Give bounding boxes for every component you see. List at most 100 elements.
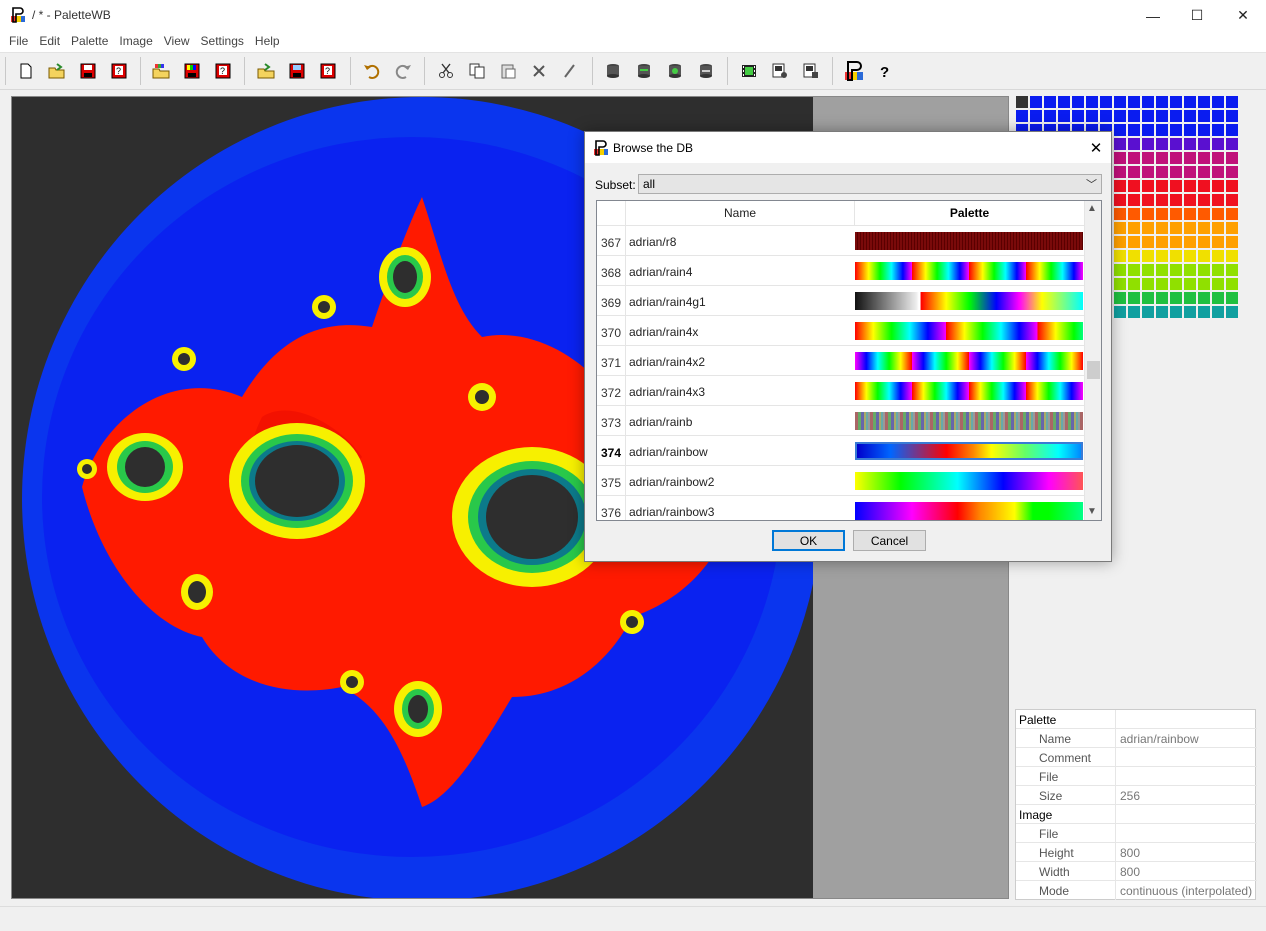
palette-swatch[interactable] (1114, 292, 1126, 304)
palette-swatch[interactable] (1128, 264, 1140, 276)
palette-swatch[interactable] (1212, 124, 1224, 136)
save-palette-icon[interactable] (180, 59, 204, 83)
palette-swatch[interactable] (1198, 264, 1210, 276)
palette-swatch[interactable] (1128, 110, 1140, 122)
palette-swatch[interactable] (1212, 306, 1224, 318)
palette-swatch[interactable] (1212, 292, 1224, 304)
save-palette-as-icon[interactable]: ? (211, 59, 235, 83)
palette-swatch[interactable] (1226, 138, 1238, 150)
db-icon[interactable] (601, 59, 625, 83)
palette-swatch[interactable] (1170, 152, 1182, 164)
palette-swatch[interactable] (1128, 124, 1140, 136)
palette-swatch[interactable] (1030, 110, 1042, 122)
palette-swatch[interactable] (1128, 208, 1140, 220)
prop-name-value[interactable]: adrian/rainbow (1117, 729, 1199, 748)
prop-width-value[interactable]: 800 (1117, 862, 1140, 881)
group-palette[interactable]: Palette (1016, 710, 1116, 729)
palette-swatch[interactable] (1142, 236, 1154, 248)
palette-swatch[interactable] (1156, 110, 1168, 122)
palette-swatch[interactable] (1030, 96, 1042, 108)
scroll-thumb[interactable] (1087, 361, 1100, 379)
palette-swatch[interactable] (1100, 96, 1112, 108)
edit-icon[interactable] (558, 59, 582, 83)
palette-swatch[interactable] (1128, 222, 1140, 234)
palette-swatch[interactable] (1156, 208, 1168, 220)
palette-swatch[interactable] (1142, 264, 1154, 276)
palette-swatch[interactable] (1226, 236, 1238, 248)
palette-swatch[interactable] (1198, 250, 1210, 262)
palette-swatch[interactable] (1226, 264, 1238, 276)
table-row[interactable]: 370 adrian/rain4x (597, 315, 1084, 346)
palette-swatch[interactable] (1156, 138, 1168, 150)
palette-swatch[interactable] (1128, 166, 1140, 178)
palette-swatch[interactable] (1114, 264, 1126, 276)
cut-icon[interactable] (434, 59, 458, 83)
palette-swatch[interactable] (1016, 96, 1028, 108)
ok-button[interactable]: OK (772, 530, 845, 551)
column-header-palette[interactable]: Palette (855, 201, 1084, 225)
palette-swatch[interactable] (1184, 96, 1196, 108)
palette-swatch[interactable] (1198, 166, 1210, 178)
palette-swatch[interactable] (1226, 96, 1238, 108)
palette-swatch[interactable] (1198, 138, 1210, 150)
palette-swatch[interactable] (1114, 166, 1126, 178)
palette-swatch[interactable] (1212, 236, 1224, 248)
palette-swatch[interactable] (1184, 138, 1196, 150)
palette-swatch[interactable] (1184, 264, 1196, 276)
palette-swatch[interactable] (1058, 110, 1070, 122)
palette-swatch[interactable] (1184, 222, 1196, 234)
palette-swatch[interactable] (1142, 166, 1154, 178)
palette-swatch[interactable] (1170, 138, 1182, 150)
image-info-icon[interactable] (799, 59, 823, 83)
palette-swatch[interactable] (1142, 292, 1154, 304)
palette-swatch[interactable] (1170, 124, 1182, 136)
palette-swatch[interactable] (1100, 110, 1112, 122)
palette-swatch[interactable] (1198, 96, 1210, 108)
palette-swatch[interactable] (1156, 306, 1168, 318)
palette-swatch[interactable] (1156, 166, 1168, 178)
palette-swatch[interactable] (1170, 264, 1182, 276)
palette-swatch[interactable] (1114, 236, 1126, 248)
db-update-icon[interactable] (663, 59, 687, 83)
table-row[interactable]: 373 adrian/rainb (597, 405, 1084, 436)
menu-palette[interactable]: Palette (66, 31, 114, 52)
palette-swatch[interactable] (1226, 152, 1238, 164)
palette-swatch[interactable] (1226, 222, 1238, 234)
palette-swatch[interactable] (1156, 180, 1168, 192)
menu-view[interactable]: View (159, 31, 196, 52)
table-row[interactable]: 376 adrian/rainbow3 (597, 495, 1084, 520)
palette-swatch[interactable] (1142, 180, 1154, 192)
palette-swatch[interactable] (1198, 124, 1210, 136)
palette-swatch[interactable] (1044, 96, 1056, 108)
palette-swatch[interactable] (1226, 278, 1238, 290)
palette-swatch[interactable] (1184, 306, 1196, 318)
palette-swatch[interactable] (1226, 124, 1238, 136)
palette-swatch[interactable] (1212, 110, 1224, 122)
palette-swatch[interactable] (1114, 222, 1126, 234)
palette-swatch[interactable] (1212, 194, 1224, 206)
palette-swatch[interactable] (1226, 306, 1238, 318)
paste-icon[interactable] (496, 59, 520, 83)
palette-swatch[interactable] (1184, 250, 1196, 262)
palette-swatch[interactable] (1184, 152, 1196, 164)
prop-size-value[interactable]: 256 (1117, 786, 1140, 805)
palette-swatch[interactable] (1212, 166, 1224, 178)
palette-swatch[interactable] (1142, 306, 1154, 318)
palette-swatch[interactable] (1226, 180, 1238, 192)
table-row[interactable]: 374 adrian/rainbow (597, 435, 1084, 466)
menu-settings[interactable]: Settings (196, 31, 250, 52)
palette-swatch[interactable] (1128, 250, 1140, 262)
palette-swatch[interactable] (1128, 152, 1140, 164)
palette-swatch[interactable] (1184, 278, 1196, 290)
palette-swatch[interactable] (1114, 110, 1126, 122)
new-icon[interactable] (14, 59, 38, 83)
palette-swatch[interactable] (1226, 250, 1238, 262)
palette-swatch[interactable] (1114, 152, 1126, 164)
palette-swatch[interactable] (1156, 124, 1168, 136)
image-settings-icon[interactable] (768, 59, 792, 83)
scroll-down-icon[interactable]: ▼ (1087, 506, 1097, 517)
save-icon[interactable] (76, 59, 100, 83)
palette-swatch[interactable] (1212, 180, 1224, 192)
palette-swatch[interactable] (1044, 110, 1056, 122)
palette-swatch[interactable] (1156, 292, 1168, 304)
